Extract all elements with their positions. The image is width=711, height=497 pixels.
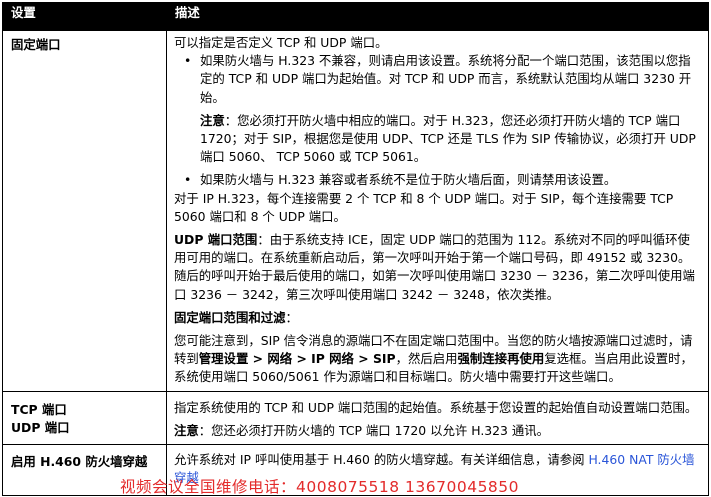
bullet-item: • 如果防火墙与 H.323 兼容或者系统不是位于防火墙后面，则请禁用该设置。 xyxy=(174,171,702,189)
table-header-row: 设置 描述 xyxy=(2,2,709,31)
note-label: 注意 xyxy=(200,112,225,128)
udp-range-label: UDP 端口范围 xyxy=(174,232,258,248)
watermark-text: 视频会议全国维修电话：4008075518 13670045850 xyxy=(120,478,520,496)
note-text: ：您还必须打开防火墙的 TCP 端口 1720 以允许 H.323 通讯。 xyxy=(198,422,550,438)
range-filter-label: 固定端口范围和过滤 xyxy=(174,309,286,325)
bullet-item: • 如果防火墙与 H.323 不兼容，则请启用该设置。系统将分配一个端口范围，该… xyxy=(174,52,702,107)
note-paragraph: 注意：您必须打开防火墙中相应的端口。对于 H.323，您还必须打开防火墙的 TC… xyxy=(174,112,702,167)
setting-desc-fixed-ports: 可以指定是否定义 TCP 和 UDP 端口。 • 如果防火墙与 H.323 不兼… xyxy=(166,30,709,392)
note-paragraph: 注意：您还必须打开防火墙的 TCP 端口 1720 以允许 H.323 通讯。 xyxy=(174,422,702,440)
note-label: 注意 xyxy=(174,422,199,438)
desc-text: 允许系统对 IP 呼叫使用基于 H.460 的防火墙穿越。有关详细信息，请参阅 xyxy=(174,452,589,468)
column-header-description: 描述 xyxy=(166,2,709,31)
setting-desc-tcp-udp: 指定系统使用的 TCP 和 UDP 端口范围的起始值。系统基于您设置的起始值自动… xyxy=(166,390,709,446)
desc-paragraph: 对于 IP H.323，每个连接需要 2 个 TCP 和 8 个 UDP 端口。… xyxy=(174,190,674,224)
option-name: 强制连接再使用 xyxy=(457,351,545,367)
bullet-dot: • xyxy=(184,53,192,69)
udp-range-paragraph: UDP 端口范围：由于系统支持 ICE，固定 UDP 端口的范围为 112。系统… xyxy=(174,231,702,304)
setting-name-tcp: TCP 端口 xyxy=(11,401,67,417)
bullet-text: 如果防火墙与 H.323 兼容或者系统不是位于防火墙后面，则请禁用该设置。 xyxy=(200,172,617,188)
desc-paragraph: 可以指定是否定义 TCP 和 UDP 端口。 xyxy=(174,35,388,50)
setting-name-fixed-ports: 固定端口 xyxy=(2,30,167,392)
setting-name-tcp-udp: TCP 端口 UDP 端口 xyxy=(2,390,167,446)
setting-name-udp: UDP 端口 xyxy=(11,419,70,435)
desc-paragraph: 指定系统使用的 TCP 和 UDP 端口范围的起始值。系统基于您设置的起始值自动… xyxy=(174,399,698,415)
column-header-setting: 设置 xyxy=(2,2,167,31)
table-row-tcp-udp-ports: TCP 端口 UDP 端口 指定系统使用的 TCP 和 UDP 端口范围的起始值… xyxy=(2,390,709,446)
menu-path: 管理设置 > 网络 > IP 网络 > SIP xyxy=(198,351,396,367)
range-filter-heading: 固定端口范围和过滤： xyxy=(174,309,702,327)
settings-table: 设置 描述 固定端口 可以指定是否定义 TCP 和 UDP 端口。 • 如果防火… xyxy=(2,2,709,497)
table-row-fixed-ports: 固定端口 可以指定是否定义 TCP 和 UDP 端口。 • 如果防火墙与 H.3… xyxy=(2,30,709,392)
range-filter-colon: ： xyxy=(285,309,298,325)
range-text-2: ，然后启用 xyxy=(395,351,458,367)
bullet-dot: • xyxy=(184,172,192,188)
note-text: ：您必须打开防火墙中相应的端口。对于 H.323，您还必须打开防火墙的 TCP … xyxy=(200,112,696,165)
bullet-text: 如果防火墙与 H.323 不兼容，则请启用该设置。系统将分配一个端口范围，该范围… xyxy=(200,53,692,105)
range-filter-paragraph: 您可能注意到，SIP 信令消息的源端口不在固定端口范围中。当您的防火墙按源端口过… xyxy=(174,332,702,387)
